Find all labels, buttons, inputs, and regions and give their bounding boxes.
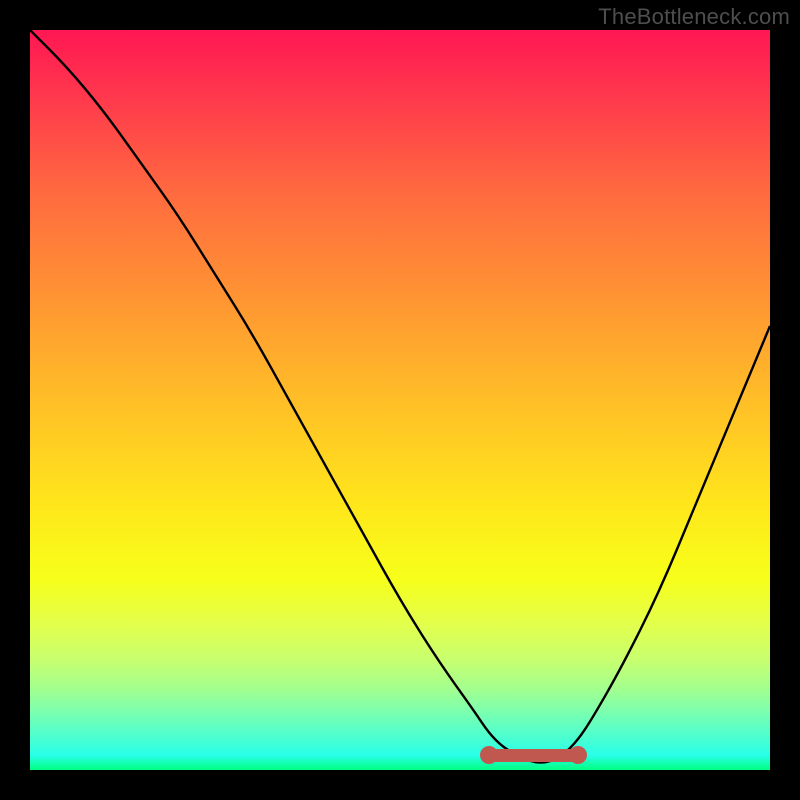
curve-path [30,30,770,763]
watermark-text: TheBottleneck.com [598,4,790,30]
trough-marker-right [569,746,587,764]
bottleneck-curve [30,30,770,770]
chart-frame: TheBottleneck.com [0,0,800,800]
plot-area [30,30,770,770]
trough-bar [489,749,578,762]
